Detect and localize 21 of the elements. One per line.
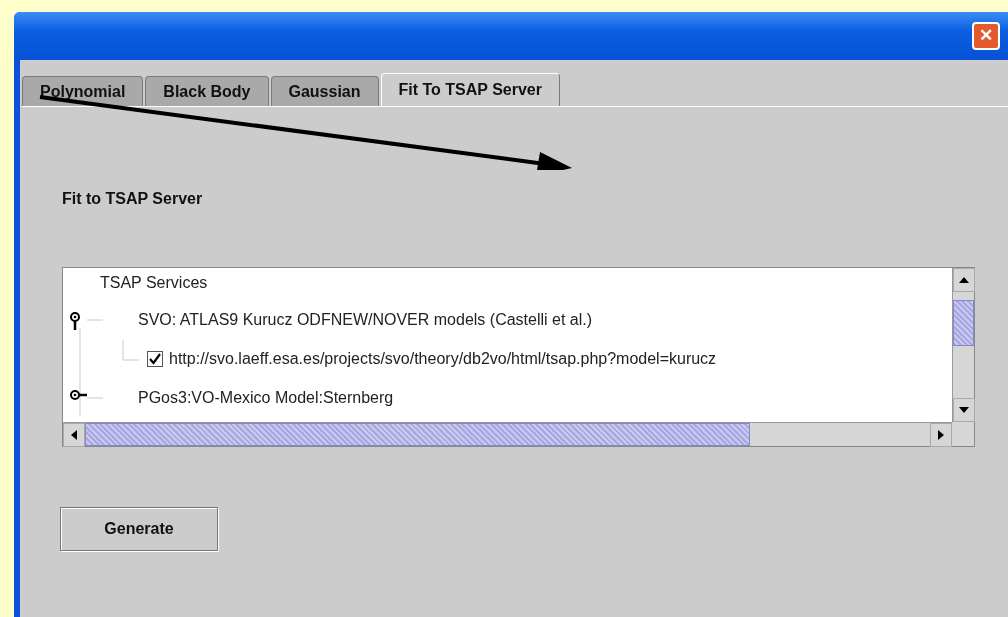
horizontal-scrollbar[interactable]	[63, 422, 952, 446]
scroll-thumb[interactable]	[85, 423, 750, 446]
section-heading: Fit to TSAP Server	[62, 190, 203, 208]
scroll-up-icon[interactable]	[953, 268, 975, 292]
scrollbar-corner	[952, 422, 974, 446]
scroll-down-icon[interactable]	[953, 398, 975, 422]
vertical-scrollbar[interactable]	[952, 268, 974, 422]
tree-node-label[interactable]: PGos3:VO-Mexico Model:Sternberg	[138, 388, 394, 407]
tab[interactable]: Gaussian	[270, 76, 379, 106]
tab[interactable]: Polynomial	[22, 76, 144, 106]
tree-node-label[interactable]: SVO: ATLAS9 Kurucz ODFNEW/NOVER models (Castelli et al.)	[138, 310, 593, 329]
tab[interactable]: Fit To TSAP Server	[380, 73, 560, 106]
tree-root-label[interactable]: TSAP Services	[100, 274, 208, 292]
scroll-thumb[interactable]	[953, 300, 974, 346]
generate-button[interactable]: Generate	[60, 507, 218, 551]
close-button[interactable]: ✕	[972, 22, 1000, 50]
scroll-left-icon[interactable]	[63, 423, 85, 447]
checkbox[interactable]	[147, 350, 163, 367]
tab[interactable]: Black Body	[145, 76, 269, 106]
tree-leaf-label[interactable]: http://svo.laeff.esa.es/projects/svo/theory/db2vo/html/tsap.php?model=kurucz	[169, 349, 717, 368]
scroll-right-icon[interactable]	[930, 423, 952, 447]
